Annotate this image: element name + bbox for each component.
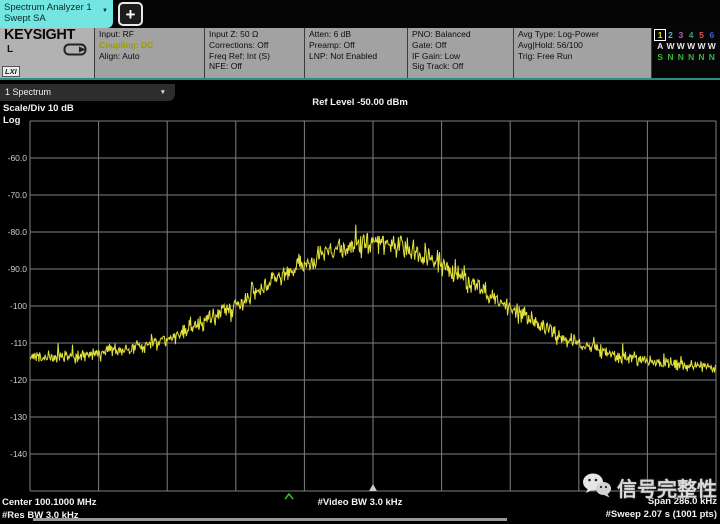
watermark-text: 信号完整性: [617, 473, 717, 502]
input-settings-panel[interactable]: Input: RF Coupling: DC Align: Auto: [95, 28, 205, 78]
tab-subtitle: Swept SA: [4, 13, 109, 24]
tab-spectrum-analyzer[interactable]: Spectrum Analyzer 1 Swept SA ▼: [0, 0, 113, 28]
setting-coupling: Coupling: DC: [99, 40, 200, 51]
atten-settings-panel[interactable]: Atten: 6 dB Preamp: Off LNP: Not Enabled: [305, 28, 408, 78]
trace-legend-grid: 123456AWWWWWSNNNNN: [655, 30, 717, 62]
impedance-settings-panel[interactable]: Input Z: 50 Ω Corrections: Off Freq Ref:…: [205, 28, 305, 78]
trace-detector-6[interactable]: N: [707, 52, 717, 62]
trace-number-1[interactable]: 1: [655, 30, 665, 40]
setting-atten: Atten: 6 dB: [309, 29, 403, 40]
setting-preamp: Preamp: Off: [309, 40, 403, 51]
trace-legend-panel[interactable]: 123456AWWWWWSNNNNN: [652, 28, 720, 78]
trace-number-5[interactable]: 5: [696, 30, 706, 40]
settings-header: KEYSIGHT L LXI Input: RF Coupling: DC Al…: [0, 28, 720, 80]
bottom-progress-strip: [33, 518, 507, 521]
mode-letter: L: [7, 45, 13, 56]
trace-detector-3[interactable]: N: [676, 52, 686, 62]
trace-type-5[interactable]: W: [696, 41, 706, 51]
setting-sig-track: Sig Track: Off: [412, 61, 509, 72]
tab-bar: Spectrum Analyzer 1 Swept SA ▼ +: [0, 0, 720, 28]
continuous-sweep-icon[interactable]: [63, 43, 87, 59]
setting-gate: Gate: Off: [412, 40, 509, 51]
setting-avg-hold: Avg|Hold: 56/100: [518, 40, 647, 51]
setting-input-z: Input Z: 50 Ω: [209, 29, 300, 40]
trace-type-6[interactable]: W: [707, 41, 717, 51]
spectrum-graticule: [0, 80, 720, 524]
tab-title: Spectrum Analyzer 1: [4, 2, 109, 13]
setting-avg-type: Avg Type: Log-Power: [518, 29, 647, 40]
setting-trig: Trig: Free Run: [518, 51, 647, 62]
keysight-logo: KEYSIGHT: [4, 30, 90, 41]
setting-align: Align: Auto: [99, 51, 200, 62]
pno-settings-panel[interactable]: PNO: Balanced Gate: Off IF Gain: Low Sig…: [408, 28, 514, 78]
trace-type-4[interactable]: W: [686, 41, 696, 51]
sweep-readout[interactable]: #Sweep 2.07 s (1001 pts): [606, 509, 717, 520]
spectrum-analyzer-screen: Spectrum Analyzer 1 Swept SA ▼ + KEYSIGH…: [0, 0, 720, 524]
trace-detector-2[interactable]: N: [665, 52, 675, 62]
setting-input: Input: RF: [99, 29, 200, 40]
grid-lines: [30, 121, 716, 491]
watermark: 信号完整性: [582, 472, 717, 503]
trace-number-3[interactable]: 3: [676, 30, 686, 40]
lxi-badge: LXI: [2, 66, 20, 77]
trace-detector-4[interactable]: N: [686, 52, 696, 62]
wechat-icon: [582, 472, 612, 503]
setting-pno: PNO: Balanced: [412, 29, 509, 40]
trace-detector-5[interactable]: N: [696, 52, 706, 62]
tab-dropdown-icon[interactable]: ▼: [102, 6, 108, 17]
trace-type-3[interactable]: W: [676, 41, 686, 51]
keysight-logo-panel: KEYSIGHT L LXI: [0, 28, 95, 78]
trace-detector-1[interactable]: S: [655, 52, 665, 62]
trace-number-6[interactable]: 6: [707, 30, 717, 40]
setting-if-gain: IF Gain: Low: [412, 51, 509, 62]
trace-type-1[interactable]: A: [655, 41, 665, 51]
setting-freq-ref: Freq Ref: Int (S): [209, 51, 300, 62]
setting-lnp: LNP: Not Enabled: [309, 51, 403, 62]
avg-settings-panel[interactable]: Avg Type: Log-Power Avg|Hold: 56/100 Tri…: [514, 28, 652, 78]
trace-number-2[interactable]: 2: [665, 30, 675, 40]
center-frequency-marker: [369, 484, 377, 491]
spectrum-display: 1 Spectrum ▼ Scale/Div 10 dB Log Ref Lev…: [0, 80, 720, 524]
trace-type-2[interactable]: W: [665, 41, 675, 51]
setting-nfe: NFE: Off: [209, 61, 300, 72]
setting-corrections: Corrections: Off: [209, 40, 300, 51]
trace-number-4[interactable]: 4: [686, 30, 696, 40]
add-tab-button[interactable]: +: [118, 2, 143, 26]
